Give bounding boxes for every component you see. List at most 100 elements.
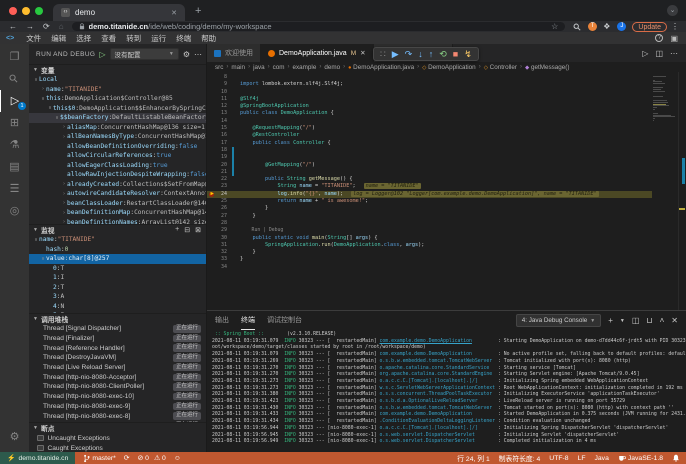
feedback-icon[interactable]: ☺: [174, 455, 181, 462]
panel-tab[interactable]: 终端: [241, 311, 255, 330]
run-file-icon[interactable]: ▷: [642, 49, 648, 58]
breadcrumb-item[interactable]: ● DemoApplication.java: [348, 64, 414, 71]
language-mode-item[interactable]: Java: [595, 455, 609, 462]
tree-row[interactable]: ›beanDefinitionMap: ConcurrentHashMap@14…: [29, 208, 206, 218]
line-number[interactable]: 19: [207, 154, 231, 161]
breakpoints-header[interactable]: ▼ 断点: [29, 423, 206, 433]
line-number[interactable]: 29: [207, 227, 231, 234]
menu-item[interactable]: 文件: [21, 33, 46, 44]
callstack-header[interactable]: ▼ 调用堆栈: [29, 314, 206, 324]
more-actions-icon[interactable]: ⋯: [194, 50, 202, 59]
encoding-item[interactable]: UTF-8: [549, 455, 568, 462]
window-minimize-button[interactable]: [22, 7, 30, 15]
breadcrumb-item[interactable]: com: [273, 64, 285, 71]
browser-tab[interactable]: ‹› demo ✕: [53, 4, 185, 21]
watch-header[interactable]: ▼ 监视 + ⊟ ⊠: [29, 225, 206, 235]
tree-row[interactable]: ∨value: char[8]@257: [29, 254, 206, 264]
tree-row[interactable]: 4: N: [29, 302, 206, 312]
url-bar[interactable]: demo.titanide.cn/ide/web/coding/demo/my-…: [72, 22, 566, 31]
line-number[interactable]: 18: [207, 147, 231, 154]
editor-scrollbar[interactable]: [678, 72, 686, 310]
line-number[interactable]: 33: [207, 256, 231, 263]
remote-icon[interactable]: ◎: [0, 200, 29, 222]
minimap[interactable]: [653, 74, 677, 310]
thread-row[interactable]: Thread [http-nio-8080-Acceptor]正在运行: [29, 372, 206, 382]
tree-row[interactable]: ∨$$beanFactory: DefaultListableBeanFacto…: [29, 113, 206, 123]
thread-row[interactable]: Thread [http-nio-8080-exec-10]正在运行: [29, 392, 206, 402]
extensions-puzzle-icon[interactable]: ❖: [603, 22, 610, 31]
code-editor[interactable]: 89import lombok.extern.slf4j.Slf4j;1011@…: [207, 72, 686, 310]
notifications-bell-icon[interactable]: [672, 454, 680, 462]
tree-row[interactable]: ∨this$0: DemoApplication$$EnhancerBySpri…: [29, 104, 206, 114]
gear-icon[interactable]: ⚙: [183, 50, 190, 59]
window-close-button[interactable]: [9, 7, 17, 15]
update-button[interactable]: Update: [632, 22, 667, 32]
line-number[interactable]: 32: [207, 249, 231, 256]
thread-row[interactable]: Thread [http-nio-8080-exec-9]正在运行: [29, 402, 206, 412]
drag-handle-icon[interactable]: ∷: [380, 49, 386, 60]
split-editor-icon[interactable]: ◫: [655, 49, 663, 58]
layout-icon[interactable]: ▣: [670, 34, 678, 43]
line-number[interactable]: 20: [207, 162, 231, 169]
browser-profile-avatar[interactable]: J: [617, 22, 626, 31]
line-number[interactable]: 10: [207, 89, 231, 96]
browser-menu-icon[interactable]: ⋮: [671, 22, 679, 31]
thread-row[interactable]: Thread [Signal Dispatcher]正在运行: [29, 324, 206, 334]
tree-row[interactable]: allowBeanDefinitionOverriding: false: [29, 142, 206, 152]
tree-row[interactable]: ›name: "TITANIDE": [29, 85, 206, 95]
line-number[interactable]: 14: [207, 118, 231, 125]
new-tab-button[interactable]: +: [195, 5, 201, 17]
tree-row[interactable]: ∨this: DemoApplication$Controller@85: [29, 94, 206, 104]
bookmark-star-icon[interactable]: ☆: [551, 22, 558, 31]
line-number[interactable]: 27: [207, 213, 231, 220]
window-maximize-button[interactable]: [35, 7, 43, 15]
split-terminal-icon[interactable]: ◫: [632, 316, 640, 325]
reload-icon[interactable]: ⟳: [43, 21, 50, 32]
add-watch-icon[interactable]: +: [175, 226, 179, 234]
tree-row[interactable]: 2: T: [29, 283, 206, 293]
tab-search-icon[interactable]: ⌄: [667, 5, 678, 16]
menu-item[interactable]: 终端: [171, 33, 196, 44]
tree-row[interactable]: ∨name: "TITANIDE": [29, 235, 206, 245]
line-number[interactable]: 28: [207, 220, 231, 227]
tree-row[interactable]: 1: I: [29, 273, 206, 283]
maximize-panel-icon[interactable]: ˄: [660, 316, 665, 325]
thread-row[interactable]: Thread [Reference Handler]正在运行: [29, 343, 206, 353]
run-debug-icon[interactable]: ▷1: [0, 90, 29, 112]
close-panel-icon[interactable]: ✕: [671, 316, 678, 325]
thread-row[interactable]: Thread [Finalizer]正在运行: [29, 334, 206, 344]
remote-indicator[interactable]: ⚡ demo.titanide.cn: [0, 452, 75, 464]
breadcrumb-item[interactable]: example: [293, 64, 317, 71]
thread-row[interactable]: Thread [http-nio-8080-exec-8]正在运行: [29, 411, 206, 421]
line-number[interactable]: 23: [207, 183, 231, 190]
line-number[interactable]: 12: [207, 103, 231, 110]
test-beaker-icon[interactable]: ⚗: [0, 134, 29, 156]
breakpoint-checkbox[interactable]: [37, 445, 44, 452]
new-terminal-icon[interactable]: +: [608, 316, 613, 325]
tree-row[interactable]: hash: 0: [29, 245, 206, 255]
thread-row[interactable]: Thread [http-nio-8080-ClientPoller]正在运行: [29, 382, 206, 392]
tab-close-icon[interactable]: ✕: [360, 49, 365, 57]
layers-icon[interactable]: ☰: [0, 178, 29, 200]
menu-item[interactable]: 查看: [96, 33, 121, 44]
line-number[interactable]: 22: [207, 176, 231, 183]
debug-config-dropdown[interactable]: 没有配置▼: [110, 48, 179, 60]
breadcrumb-item[interactable]: src: [215, 64, 223, 71]
chevron-down-icon[interactable]: ▼: [620, 318, 625, 324]
tree-row[interactable]: ›alreadyCreated: Collections$SetFromMap@…: [29, 180, 206, 190]
extensions-icon[interactable]: ⊞: [0, 112, 29, 134]
kill-terminal-trash-icon[interactable]: ⊔: [646, 316, 652, 325]
variables-header[interactable]: ▼ 变量: [29, 65, 206, 75]
line-number[interactable]: 25: [207, 198, 231, 205]
menu-item[interactable]: 选择: [71, 33, 96, 44]
breakpoint-row[interactable]: Uncaught Exceptions: [29, 433, 206, 443]
thread-row[interactable]: Thread [DestroyJavaVM]正在运行: [29, 353, 206, 363]
remove-all-icon[interactable]: ⊠: [195, 226, 201, 234]
home-icon[interactable]: ⌂: [59, 21, 64, 32]
problems-item[interactable]: ⊘0 ⚠0: [137, 454, 165, 462]
help-icon[interactable]: ?: [655, 34, 663, 42]
hot-swap-icon[interactable]: ↯: [464, 49, 472, 60]
line-number[interactable]: 26: [207, 205, 231, 212]
panel-tab[interactable]: 调试控制台: [267, 311, 302, 330]
forward-icon[interactable]: →: [26, 21, 34, 32]
